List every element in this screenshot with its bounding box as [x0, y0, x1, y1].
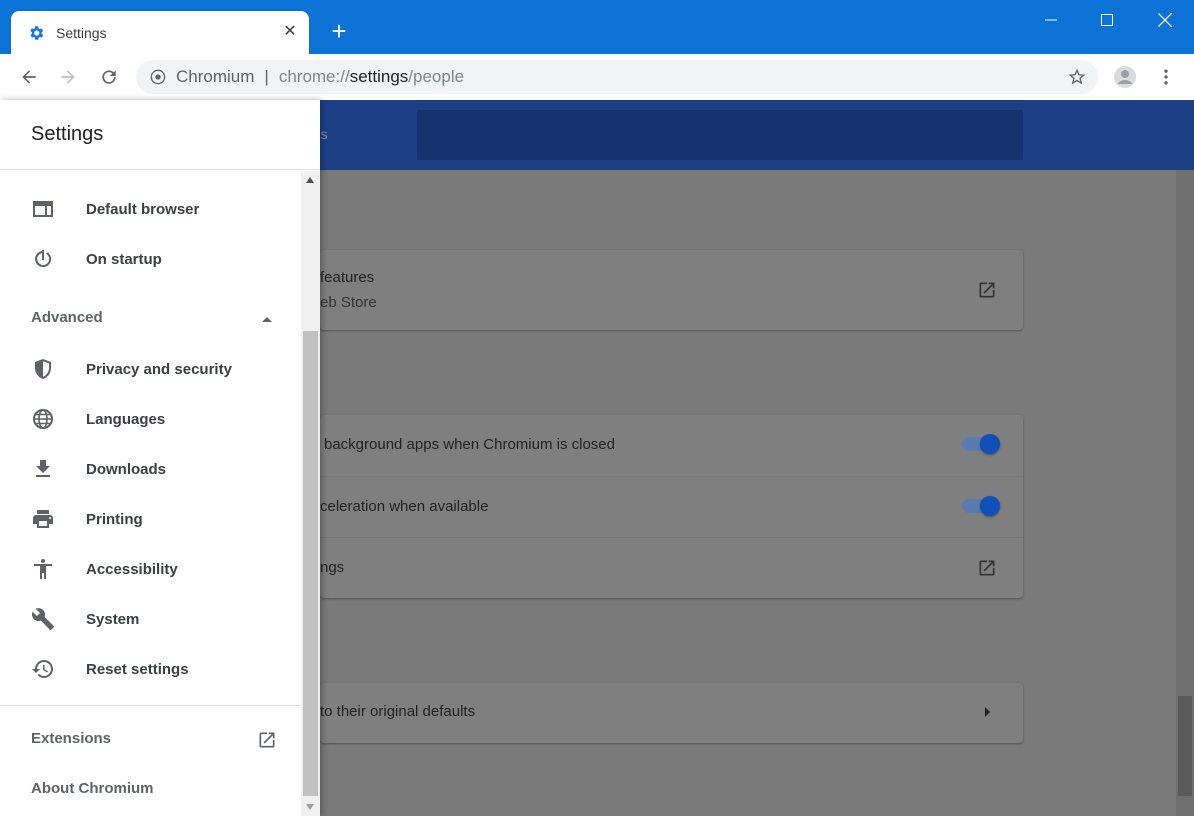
menu-item-label: Extensions — [31, 730, 112, 747]
menu-item-printing[interactable]: Printing — [0, 494, 300, 544]
hardware-acceleration-toggle — [962, 496, 1000, 516]
drawer-header: Settings — [0, 100, 320, 170]
more-vert-icon — [1164, 69, 1168, 85]
tab-settings[interactable]: Settings ✕ — [11, 11, 309, 54]
advanced-label: Advanced — [31, 309, 103, 326]
url-path: /people — [408, 67, 465, 86]
card-row: ngs — [320, 537, 1023, 598]
apps-card: features eb Store — [320, 250, 1023, 330]
back-button[interactable] — [16, 64, 42, 90]
forward-button[interactable] — [55, 64, 81, 90]
background-apps-toggle — [962, 434, 1000, 454]
drawer-title: Settings — [31, 123, 104, 145]
menu-item-label: System — [86, 610, 140, 628]
open-external-icon — [979, 560, 995, 576]
settings-drawer: Settings Default browser On startup Adva… — [0, 100, 320, 816]
search-settings-field — [417, 110, 1023, 160]
menu-button[interactable] — [1153, 64, 1179, 90]
printer-icon — [31, 507, 55, 531]
row-subtitle: eb Store — [320, 294, 377, 311]
browser-toolbar: Chromium | chrome://settings/people — [0, 54, 1194, 100]
menu-item-default-browser[interactable]: Default browser — [0, 184, 300, 234]
menu-item-label: Accessibility — [86, 560, 178, 578]
reload-icon — [102, 70, 116, 84]
row-title: to their original defaults — [320, 703, 476, 720]
menu-item-label: Printing — [86, 510, 143, 528]
new-tab-button[interactable]: + — [326, 18, 352, 45]
card-row: celeration when available — [320, 476, 1023, 537]
card-row: features eb Store — [320, 250, 1023, 330]
row-title: background apps when Chromium is closed — [324, 436, 615, 453]
url-scheme: chrome:// — [278, 67, 350, 86]
menu-item-about-chromium[interactable]: About Chromium — [0, 765, 300, 815]
history-icon — [31, 657, 55, 681]
drawer-menu: Default browser On startup Advanced Priv… — [0, 171, 301, 816]
menu-item-label: Default browser — [86, 200, 200, 218]
menu-item-reset-settings[interactable]: Reset settings — [0, 644, 300, 694]
bookmark-star-icon[interactable] — [1068, 68, 1086, 86]
menu-item-extensions[interactable]: Extensions — [0, 715, 300, 765]
browser-window-icon — [31, 197, 55, 221]
scroll-down-arrow-icon[interactable] — [306, 804, 314, 810]
menu-item-languages[interactable]: Languages — [0, 394, 300, 444]
address-bar[interactable]: Chromium | chrome://settings/people — [136, 60, 1098, 94]
open-external-icon — [259, 732, 275, 748]
menu-item-privacy-security[interactable]: Privacy and security — [0, 344, 300, 394]
accessibility-icon — [31, 557, 55, 581]
chromium-logo-icon — [150, 69, 166, 85]
shield-icon — [31, 357, 55, 381]
arrow-left-icon — [22, 70, 36, 84]
card-row: background apps when Chromium is closed — [320, 415, 1023, 476]
system-card: background apps when Chromium is closed … — [320, 415, 1023, 598]
url-host: settings — [349, 67, 409, 86]
open-external-icon — [979, 282, 995, 298]
menu-item-accessibility[interactable]: Accessibility — [0, 544, 300, 594]
drawer-divider — [0, 705, 300, 706]
scrollbar-thumb[interactable] — [303, 331, 318, 796]
site-separator: | — [264, 67, 269, 86]
menu-item-label: Languages — [86, 410, 166, 428]
row-title: celeration when available — [320, 498, 489, 515]
site-chip: Chromium — [176, 67, 255, 86]
reset-card: to their original defaults — [320, 683, 1023, 743]
menu-item-label: Privacy and security — [86, 360, 232, 378]
close-window-button[interactable] — [1136, 0, 1194, 40]
scroll-up-arrow-icon[interactable] — [306, 177, 314, 183]
maximize-button[interactable] — [1078, 0, 1136, 40]
menu-item-downloads[interactable]: Downloads — [0, 444, 300, 494]
close-tab-icon[interactable]: ✕ — [281, 23, 299, 41]
gear-icon — [27, 24, 45, 42]
tab-title: Settings — [56, 24, 107, 41]
avatar-icon — [1114, 66, 1136, 88]
menu-item-label: On startup — [86, 250, 162, 268]
power-icon — [31, 247, 55, 271]
profile-avatar-button[interactable] — [1112, 64, 1138, 90]
download-icon — [31, 457, 55, 481]
reload-button[interactable] — [96, 64, 122, 90]
menu-item-system[interactable]: System — [0, 594, 300, 644]
caret-up-icon — [262, 317, 272, 322]
drawer-scrollbar[interactable] — [301, 171, 320, 816]
minimize-button[interactable] — [1022, 0, 1080, 40]
row-title: ngs — [320, 559, 345, 576]
menu-item-label: Downloads — [86, 460, 167, 478]
menu-item-label: About Chromium — [31, 780, 154, 797]
advanced-section-toggle[interactable]: Advanced — [0, 294, 300, 344]
wrench-icon — [31, 607, 55, 631]
menu-item-label: Reset settings — [86, 660, 189, 678]
menu-item-on-startup[interactable]: On startup — [0, 234, 300, 284]
chevron-right-icon — [985, 707, 990, 717]
title-bar: Settings ✕ + — [0, 0, 1194, 54]
globe-icon — [31, 407, 55, 431]
row-title: features — [320, 269, 375, 286]
card-row: to their original defaults — [320, 683, 1023, 744]
page-scrollbar — [1176, 170, 1194, 816]
arrow-right-icon — [61, 70, 75, 84]
